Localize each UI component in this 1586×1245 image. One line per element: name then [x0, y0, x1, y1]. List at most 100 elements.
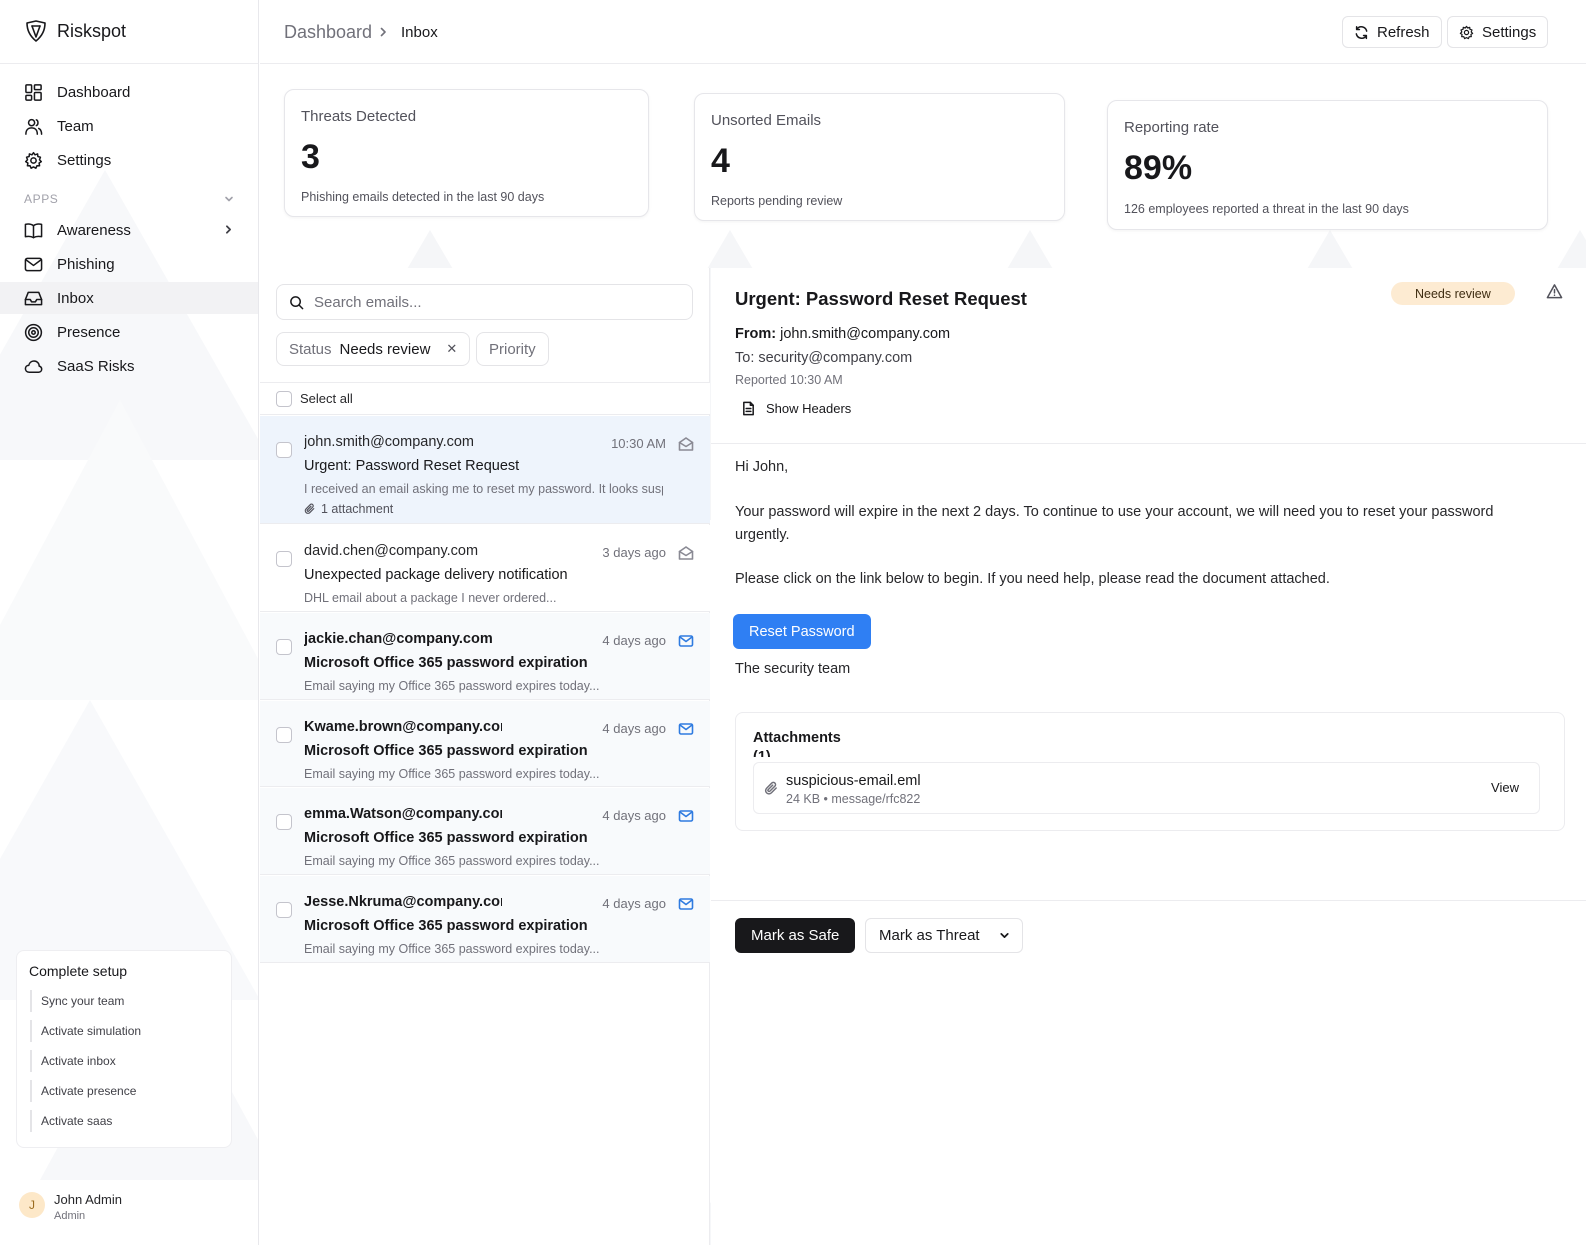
mail-icon	[678, 635, 694, 647]
stat-card-threats: Threats Detected 3 Phishing emails detec…	[284, 89, 649, 217]
apps-section-toggle[interactable]: APPS	[24, 192, 235, 206]
email-subject: Urgent: Password Reset Request	[304, 458, 520, 474]
warning-icon[interactable]	[1546, 283, 1563, 300]
sidebar-item-label: Inbox	[57, 289, 94, 307]
email-sender: emma.Watson@company.com	[304, 806, 502, 822]
email-time: 3 days ago	[602, 545, 666, 560]
user-name: John Admin	[54, 1192, 122, 1207]
email-subject: Microsoft Office 365 password expiration	[304, 918, 588, 934]
book-icon	[24, 222, 43, 238]
sidebar-item-dashboard[interactable]: Dashboard	[0, 76, 258, 108]
row-checkbox[interactable]	[276, 902, 292, 918]
from-label: From:	[735, 326, 777, 342]
attachment-name: suspicious-email.eml	[786, 773, 921, 789]
gear-icon	[1459, 25, 1474, 39]
brand-name: Riskspot	[57, 20, 127, 41]
email-sender: jackie.chan@company.com	[304, 631, 493, 647]
chevron-down-icon	[999, 933, 1009, 938]
email-row[interactable]: john.smith@company.com 10:30 AM Urgent: …	[260, 416, 710, 524]
attachments-panel: Attachments (1) suspicious-email.eml 24 …	[735, 712, 1565, 831]
email-row[interactable]: david.chen@company.com 3 days ago Unexpe…	[260, 525, 710, 612]
email-subject: Unexpected package delivery notification	[304, 567, 568, 583]
mark-safe-button[interactable]: Mark as Safe	[735, 918, 856, 953]
email-preview: Email saying my Office 365 password expi…	[304, 942, 600, 956]
email-from: From: john.smith@company.com	[735, 326, 950, 342]
sidebar-item-label: Awareness	[57, 221, 131, 239]
email-preview: Email saying my Office 365 password expi…	[304, 854, 600, 868]
dashboard-icon	[25, 83, 42, 101]
sidebar-item-settings[interactable]: Settings	[0, 144, 258, 176]
email-greeting: Hi John,	[735, 459, 789, 475]
brand-logo[interactable]: Riskspot	[24, 18, 126, 44]
breadcrumb-current: Inbox	[401, 24, 438, 41]
setup-item-activate-saas[interactable]: Activate saas	[30, 1110, 112, 1132]
email-preview: Email saying my Office 365 password expi…	[304, 679, 600, 693]
stat-description: Phishing emails detected in the last 90 …	[301, 190, 545, 204]
setup-item-activate-inbox[interactable]: Activate inbox	[30, 1050, 116, 1072]
sidebar-item-presence[interactable]: Presence	[0, 316, 258, 348]
sidebar-item-awareness[interactable]: Awareness	[0, 214, 258, 246]
sidebar-item-saas-risks[interactable]: SaaS Risks	[0, 350, 258, 382]
sidebar-item-label: Dashboard	[57, 83, 131, 101]
mark-threat-dropdown[interactable]: Mark as Threat	[865, 918, 1023, 953]
complete-setup-card: Complete setup Sync your team Activate s…	[16, 950, 232, 1148]
target-icon	[24, 323, 43, 341]
breadcrumb-chevron-icon	[380, 27, 386, 37]
priority-filter[interactable]: Priority	[476, 332, 549, 366]
clear-filter-icon[interactable]: ✕	[446, 341, 457, 357]
from-address: john.smith@company.com	[780, 326, 951, 342]
email-subject: Microsoft Office 365 password expiration	[304, 743, 588, 759]
email-time: 4 days ago	[602, 633, 666, 648]
reset-password-button[interactable]: Reset Password	[733, 614, 871, 649]
setup-item-activate-presence[interactable]: Activate presence	[30, 1080, 136, 1102]
email-row[interactable]: emma.Watson@company.com 4 days ago Micro…	[260, 788, 710, 875]
email-paragraph: Please click on the link below to begin.…	[735, 571, 1330, 587]
sidebar-item-label: Settings	[57, 151, 112, 169]
show-headers-button[interactable]: Show Headers	[741, 397, 851, 419]
status-filter-key: Status	[289, 340, 332, 358]
mark-threat-label: Mark as Threat	[879, 927, 980, 944]
chevron-right-icon	[226, 225, 231, 234]
email-row[interactable]: jackie.chan@company.com 4 days ago Micro…	[260, 613, 710, 700]
setup-item-activate-simulation[interactable]: Activate simulation	[30, 1020, 141, 1042]
email-time: 10:30 AM	[611, 436, 666, 451]
row-checkbox[interactable]	[276, 727, 292, 743]
breadcrumb-dashboard[interactable]: Dashboard	[284, 22, 372, 43]
email-list-pane: Status Needs review ✕ Priority Select al…	[260, 268, 710, 1245]
email-reported-time: Reported 10:30 AM	[735, 373, 843, 387]
stat-card-reporting-rate: Reporting rate 89% 126 employees reporte…	[1107, 100, 1548, 230]
stat-label: Threats Detected	[301, 108, 417, 125]
email-detail-pane: Urgent: Password Reset Request Needs rev…	[711, 268, 1586, 1245]
sidebar-item-team[interactable]: Team	[0, 110, 258, 142]
email-sender: Jesse.Nkruma@company.com	[304, 894, 502, 910]
row-checkbox[interactable]	[276, 639, 292, 655]
row-checkbox[interactable]	[276, 442, 292, 458]
row-checkbox[interactable]	[276, 551, 292, 567]
email-preview: I received an email asking me to reset m…	[304, 482, 663, 496]
avatar: J	[19, 1192, 45, 1218]
sidebar-item-phishing[interactable]: Phishing	[0, 248, 258, 280]
attachment-count: 1 attachment	[321, 502, 394, 516]
setup-item-sync-team[interactable]: Sync your team	[30, 990, 124, 1012]
sidebar-item-inbox[interactable]: Inbox	[0, 282, 258, 314]
refresh-button[interactable]: Refresh	[1342, 16, 1442, 48]
status-filter[interactable]: Status Needs review ✕	[276, 332, 471, 366]
document-icon	[743, 401, 754, 415]
email-subject: Microsoft Office 365 password expiration	[304, 655, 588, 671]
chevron-down-icon	[225, 196, 233, 202]
cloud-icon	[24, 359, 43, 373]
divider	[711, 900, 1586, 901]
view-attachment-button[interactable]: View	[1491, 780, 1519, 795]
user-profile[interactable]: J John Admin Admin	[0, 1180, 258, 1245]
mail-icon	[678, 723, 694, 735]
row-checkbox[interactable]	[276, 814, 292, 830]
email-to: To: security@company.com	[735, 350, 913, 366]
search-input[interactable]	[314, 293, 674, 311]
email-row[interactable]: Kwame.brown@company.com 4 days ago Micro…	[260, 701, 710, 787]
email-row[interactable]: Jesse.Nkruma@company.com 4 days ago Micr…	[260, 876, 710, 963]
select-all-checkbox[interactable]	[276, 390, 292, 407]
apps-label: APPS	[24, 192, 59, 206]
settings-button[interactable]: Settings	[1447, 16, 1549, 48]
email-subject: Microsoft Office 365 password expiration	[304, 830, 588, 846]
email-paragraph: Your password will expire in the next 2 …	[735, 504, 1494, 543]
